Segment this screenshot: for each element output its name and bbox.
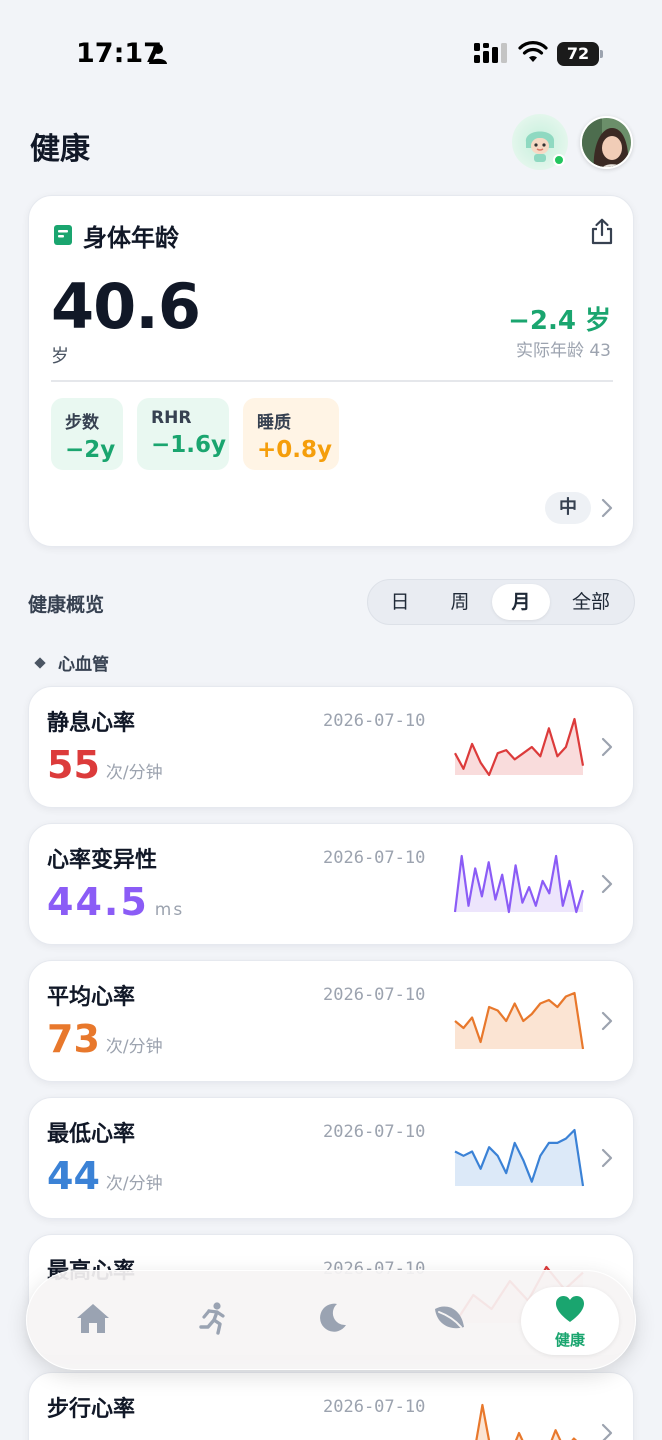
- factor-label: 步数: [65, 413, 99, 433]
- bottom-nav: 健康: [26, 1270, 636, 1370]
- chevron-right-icon[interactable]: [601, 1423, 613, 1440]
- metric-value: 73: [47, 1017, 100, 1061]
- sparkline-line: [475, 1403, 578, 1440]
- time-range-selector: 日 周 月 全部: [367, 579, 635, 625]
- factor-rhr: RHR −1.6y: [137, 398, 229, 470]
- metric-value-row: 44.5 ms: [47, 880, 184, 924]
- metric-date: 2026-07-10: [323, 848, 426, 868]
- wifi-icon: [518, 41, 548, 62]
- sparkline-chart: [454, 991, 585, 1050]
- metric-name: 最低心率: [47, 1122, 136, 1147]
- metric-value: 44.5: [47, 880, 149, 924]
- body-age-title: 身体年龄: [83, 224, 179, 252]
- body-age-icon: [54, 225, 72, 245]
- moon-icon[interactable]: [315, 1301, 349, 1335]
- metric-unit: 次/分钟: [105, 1174, 163, 1194]
- actual-age: 实际年龄 43: [515, 341, 611, 361]
- run-icon[interactable]: [195, 1301, 229, 1335]
- section-cardiovascular: 心血管: [34, 650, 109, 675]
- cellular-signal-icon: [474, 43, 507, 63]
- metric-date: 2026-07-10: [323, 1397, 426, 1417]
- battery-indicator: 72: [557, 42, 603, 66]
- factor-sleep-quality: 睡质 +0.8y: [243, 398, 339, 470]
- metric-card-walking-hr[interactable]: 步行心率 2026-07-10: [28, 1372, 634, 1440]
- factor-value: −1.6y: [151, 432, 227, 458]
- metric-unit: ms: [154, 900, 185, 920]
- share-icon[interactable]: [589, 218, 615, 246]
- metric-unit: 次/分钟: [105, 1037, 163, 1057]
- metric-name: 平均心率: [47, 985, 136, 1010]
- metric-card-lowest-hr[interactable]: 最低心率 2026-07-10 44 次/分钟: [28, 1097, 634, 1219]
- section-label-text: 心血管: [58, 655, 109, 675]
- battery-cap: [600, 50, 603, 58]
- nav-item-health[interactable]: 健康: [521, 1287, 619, 1355]
- battery-level: 72: [557, 42, 599, 66]
- metric-card-resting-hr[interactable]: 静息心率 2026-07-10 55 次/分钟: [28, 686, 634, 808]
- range-all[interactable]: 全部: [556, 584, 626, 620]
- factor-steps: 步数 −2y: [51, 398, 123, 470]
- status-bar: 17:17 72: [0, 0, 662, 100]
- chevron-right-icon[interactable]: [601, 874, 613, 894]
- divider: [51, 380, 613, 382]
- metric-value-row: 44 次/分钟: [47, 1154, 163, 1198]
- range-day[interactable]: 日: [374, 584, 426, 620]
- age-difference: −2.4 岁: [508, 306, 611, 336]
- nav-health-label: 健康: [554, 1331, 585, 1349]
- metric-date: 2026-07-10: [323, 985, 426, 1005]
- factor-label: 睡质: [257, 413, 291, 433]
- metric-date: 2026-07-10: [323, 711, 426, 731]
- metric-name: 心率变异性: [47, 848, 158, 873]
- metric-card-hrv[interactable]: 心率变异性 2026-07-10 44.5 ms: [28, 823, 634, 945]
- metric-value: 55: [47, 743, 100, 787]
- leaf-icon[interactable]: [431, 1301, 467, 1335]
- metric-card-average-hr[interactable]: 平均心率 2026-07-10 73 次/分钟: [28, 960, 634, 1082]
- home-icon[interactable]: [75, 1301, 111, 1335]
- metric-value-row: 55 次/分钟: [47, 743, 163, 787]
- factor-value: +0.8y: [257, 437, 333, 463]
- body-age-card[interactable]: 身体年龄 40.6 岁 −2.4 岁 实际年龄 43 步数 −2y RHR −1…: [28, 195, 634, 547]
- chevron-right-icon[interactable]: [601, 1011, 613, 1031]
- chevron-right-icon[interactable]: [601, 737, 613, 757]
- person-icon: [149, 44, 167, 64]
- diamond-icon: [34, 657, 46, 669]
- factor-label: RHR: [151, 408, 192, 428]
- page-title: 健康: [30, 132, 90, 167]
- sparkline-chart: [453, 854, 585, 914]
- body-age-value: 40.6: [51, 270, 201, 343]
- online-status-dot: [553, 154, 565, 166]
- chevron-right-icon[interactable]: [601, 1148, 613, 1168]
- heart-icon: [556, 1296, 584, 1322]
- sparkline-chart: [475, 1403, 578, 1440]
- range-month[interactable]: 月: [492, 584, 550, 620]
- body-age-unit: 岁: [51, 346, 69, 367]
- user-avatar[interactable]: [580, 116, 633, 169]
- sparkline-chart: [454, 1128, 585, 1187]
- avatar-photo-icon: [582, 118, 631, 167]
- chevron-right-icon[interactable]: [601, 498, 613, 518]
- metric-value-row: 73 次/分钟: [47, 1017, 163, 1061]
- overview-title: 健康概览: [28, 594, 105, 616]
- metric-name: 静息心率: [47, 711, 136, 736]
- level-badge[interactable]: 中: [545, 492, 591, 524]
- metric-unit: 次/分钟: [105, 763, 163, 783]
- factor-value: −2y: [65, 437, 116, 463]
- range-week[interactable]: 周: [432, 584, 488, 620]
- sparkline-chart: [454, 717, 585, 777]
- metric-name: 步行心率: [47, 1397, 136, 1422]
- metric-value: 44: [47, 1154, 100, 1198]
- metric-date: 2026-07-10: [323, 1122, 426, 1142]
